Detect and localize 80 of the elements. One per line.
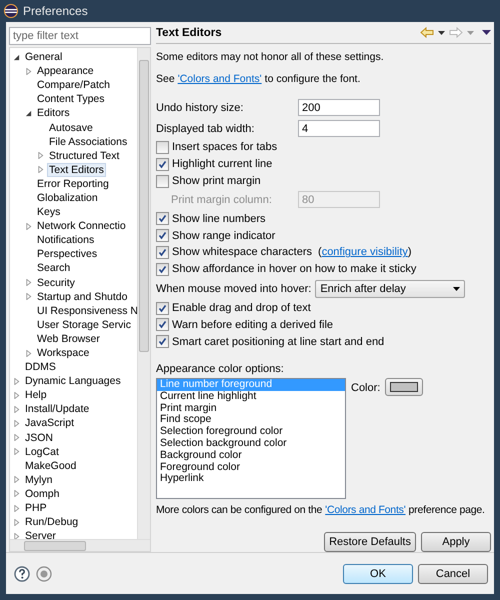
list-item[interactable]: Foreground color — [157, 462, 345, 474]
tree-item[interactable]: Web Browser — [35, 332, 102, 346]
configure-link[interactable]: configure visibility — [322, 246, 408, 258]
note-text: Some editors may not honor all of these settings. — [156, 51, 384, 64]
checkbox-label: Highlight current line — [172, 158, 272, 170]
tree-item[interactable]: JavaScript — [23, 416, 76, 430]
field-label: Print margin column: — [171, 194, 273, 206]
tree-item[interactable]: Editors — [35, 106, 72, 120]
tree-item[interactable]: Run/Debug — [23, 515, 80, 530]
page-title: Text Editors — [156, 26, 222, 39]
tree-item[interactable]: Security — [35, 276, 77, 290]
checkbox-label: Show print margin — [172, 175, 261, 188]
tree-item[interactable]: JSON — [23, 430, 56, 445]
see-text: See — [156, 73, 175, 86]
tree-item[interactable]: UI Responsiveness N — [35, 304, 137, 318]
colors-and-fonts-link[interactable]: 'Colors and Fonts' — [325, 504, 406, 516]
page-button[interactable]: Apply — [421, 532, 491, 552]
list-item[interactable]: Hyperlink — [157, 473, 345, 486]
tree-item[interactable]: DDMS — [23, 360, 58, 374]
see-text: to configure the font. — [264, 73, 360, 86]
tree-item[interactable]: User Storage Servic — [35, 318, 133, 332]
color-label: Color: — [351, 382, 380, 394]
info-text: More colors can be configured on the — [156, 504, 322, 516]
tree-item[interactable]: Notifications — [35, 233, 96, 248]
list-item[interactable]: Print margin — [157, 402, 345, 414]
checkbox-label: Show whitespace characters — [172, 246, 312, 258]
page-button[interactable]: Restore Defaults — [324, 532, 416, 552]
checkbox-label: Show affordance in hover on how to make it sticky — [172, 263, 416, 276]
list-item[interactable]: Selection foreground color — [157, 426, 345, 438]
tree-item[interactable]: Compare/Patch — [35, 78, 112, 92]
tree-item[interactable]: Error Reporting — [35, 176, 111, 191]
checkbox-label: Insert spaces for tabs — [172, 141, 278, 154]
input-field[interactable]: 200 — [298, 99, 380, 116]
tree-item[interactable]: Search — [35, 261, 72, 276]
tree-item[interactable]: Startup and Shutdo — [35, 290, 130, 304]
paren-text: ( — [318, 246, 322, 258]
tree-item[interactable]: Perspectives — [35, 247, 100, 262]
dialog-button[interactable]: Cancel — [418, 564, 488, 584]
list-item[interactable]: Background color — [157, 450, 345, 462]
tree-item[interactable]: Oomph — [23, 486, 62, 501]
field-label: Displayed tab width: — [156, 122, 256, 135]
tree-item[interactable]: Structured Text — [47, 148, 122, 163]
tree-item[interactable]: Network Connectio — [35, 219, 128, 234]
list-item[interactable]: Find scope — [157, 414, 345, 426]
tree-item[interactable]: Workspace — [35, 346, 92, 360]
section-label: Appearance color options: — [156, 363, 285, 375]
checkbox-label: Warn before editing a derived file — [172, 318, 334, 331]
tree-item[interactable]: General — [23, 50, 64, 64]
colors-and-fonts-link[interactable]: 'Colors and Fonts' — [178, 73, 262, 86]
window-title: Preferences — [23, 4, 88, 18]
tree-item[interactable]: Help — [23, 388, 49, 402]
tree-item[interactable]: Install/Update — [23, 402, 92, 416]
select-label: When mouse moved into hover: — [156, 282, 312, 295]
color-options-list[interactable]: Line number foreground Current line highlight Print margin Find scope Selection foreground color Selection background color Background color Foreground color Hyperlink — [156, 378, 346, 499]
tree-item[interactable]: PHP — [23, 501, 49, 516]
tree-item[interactable]: Mylyn — [23, 472, 54, 487]
list-item[interactable]: Selection background color — [157, 438, 345, 450]
checkbox-label: Enable drag and drop of text — [172, 302, 311, 314]
info-text: preference page. — [408, 504, 485, 516]
dialog-button[interactable]: OK — [343, 564, 413, 584]
paren-text: ) — [408, 246, 412, 258]
input-field[interactable]: 4 — [298, 120, 380, 138]
tree-item[interactable]: Server — [23, 529, 58, 539]
tree-item[interactable]: Content Types — [35, 92, 107, 106]
filter-field[interactable]: type filter text — [9, 27, 151, 45]
dropdown[interactable]: Enrich after delay — [315, 280, 466, 298]
tree-item[interactable]: Appearance — [35, 64, 96, 78]
tree-item[interactable]: Dynamic Languages — [23, 374, 123, 388]
tree-item[interactable]: File Associations — [47, 134, 130, 149]
checkbox-label: Show range indicator — [172, 230, 276, 242]
tree-item[interactable]: Keys — [35, 205, 62, 220]
tree-item[interactable]: LogCat — [23, 444, 61, 459]
field-label: Undo history size: — [156, 102, 244, 114]
tree-item[interactable]: Globalization — [35, 190, 100, 205]
tree-item[interactable]: Autosave — [47, 120, 95, 135]
tree-item[interactable]: Text Editors — [47, 162, 106, 177]
checkbox-label: Show line numbers — [172, 212, 266, 225]
list-item[interactable]: Current line highlight — [157, 390, 345, 403]
checkbox-label: Smart caret positioning at line start and end — [172, 336, 384, 348]
tree-item[interactable]: MakeGood — [23, 458, 78, 473]
